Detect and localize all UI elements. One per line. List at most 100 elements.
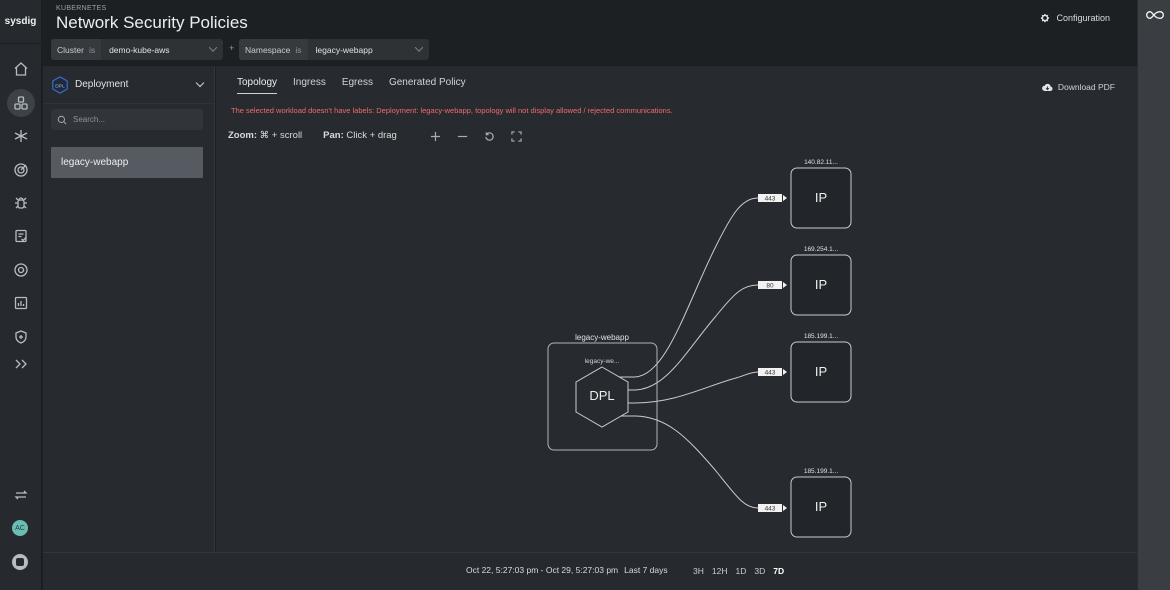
filter-value: legacy-webapp — [315, 44, 373, 55]
minus-icon — [457, 135, 467, 137]
fit-screen-button[interactable] — [509, 129, 523, 143]
infinity-icon[interactable] — [1145, 9, 1165, 21]
workload-panel: DPL Deployment legacy-webapp — [43, 66, 215, 552]
nav-switch[interactable] — [7, 481, 35, 509]
page-header: KUBERNETES Network Security Policies Con… — [43, 0, 1137, 66]
chevron-down-icon — [195, 78, 205, 88]
filter-op: is — [295, 44, 302, 55]
switch-icon — [14, 490, 28, 500]
topology-icon — [14, 96, 28, 110]
search-input[interactable] — [73, 115, 193, 124]
badge-text: DPL — [55, 83, 65, 89]
node-type: IP — [815, 190, 827, 205]
vulnerabilities-icon — [15, 197, 27, 209]
preset-3h[interactable]: 3H — [693, 566, 704, 576]
node-badge: DPL — [589, 388, 614, 403]
gear-icon — [1041, 13, 1050, 23]
edge — [633, 371, 759, 404]
target-label: 185.199.1... — [804, 468, 839, 475]
list-item[interactable]: legacy-webapp — [51, 147, 203, 178]
configuration-label: Configuration — [1056, 13, 1110, 23]
filter-join: + — [229, 43, 235, 53]
target-node[interactable]: 140.82.11... IP 443 — [758, 159, 852, 229]
time-range: Oct 22, 5:27:03 pm - Oct 29, 5:27:03 pm — [466, 565, 619, 575]
node-type: IP — [815, 499, 827, 514]
filter-value: demo-kube-aws — [109, 44, 170, 55]
workload-type-label: Deployment — [75, 79, 129, 90]
nav-expand[interactable] — [7, 350, 35, 378]
workload-type-select[interactable]: DPL Deployment — [43, 66, 214, 104]
preset-1d[interactable]: 1D — [735, 566, 746, 576]
target-node[interactable]: 185.199.1... IP 443 — [758, 333, 852, 403]
edge — [633, 197, 759, 378]
target-node[interactable]: 169.254.1... IP 80 — [758, 246, 852, 316]
namespace-filter[interactable]: Namespace is legacy-webapp — [239, 39, 429, 60]
pan-hint: Click + drag — [346, 130, 397, 141]
plus-icon — [430, 131, 440, 141]
home-icon — [14, 62, 28, 76]
fullscreen-icon — [510, 130, 522, 142]
preset-3d[interactable]: 3D — [754, 566, 765, 576]
arrow-icon — [783, 195, 787, 201]
page-title: Network Security Policies — [56, 13, 248, 32]
threat-icon — [14, 263, 28, 277]
filter-op: is — [88, 44, 96, 55]
graph-hints: Zoom: ⌘ + scroll Pan: Click + drag — [228, 130, 397, 141]
filter-key: Namespace — [245, 44, 291, 55]
sysdig-logo[interactable]: sysdig — [0, 0, 41, 44]
nav-integrations[interactable] — [7, 122, 35, 150]
arrow-icon — [783, 282, 787, 288]
tab-topology[interactable]: Topology — [237, 77, 278, 94]
node-type: IP — [815, 277, 827, 292]
zoom-in-button[interactable] — [428, 129, 442, 143]
nav-reports[interactable] — [7, 289, 35, 317]
avatar[interactable]: AC — [12, 520, 28, 536]
port-label: 443 — [765, 370, 776, 377]
download-pdf-button[interactable]: Download PDF — [1041, 82, 1115, 92]
zoom-out-button[interactable] — [455, 129, 469, 143]
warning-message: The selected workload doesn't have label… — [231, 106, 673, 115]
nav-posture[interactable] — [7, 156, 35, 184]
pan-label: Pan: — [323, 130, 344, 141]
integrations-icon — [14, 130, 28, 142]
preset-12h[interactable]: 12H — [712, 566, 728, 576]
assistant-rail — [1137, 0, 1170, 590]
policies-icon — [15, 229, 27, 243]
nav-policies[interactable] — [7, 222, 35, 250]
nav-rail: sysdig AC — [0, 0, 42, 590]
tab-egress[interactable]: Egress — [342, 77, 373, 94]
reset-button[interactable] — [482, 129, 496, 143]
reset-icon — [484, 131, 494, 141]
time-footer: Oct 22, 5:27:03 pm - Oct 29, 5:27:03 pm … — [43, 552, 1137, 590]
nav-topology[interactable] — [7, 89, 35, 117]
breadcrumb: KUBERNETES — [56, 5, 107, 12]
tab-generated-policy[interactable]: Generated Policy — [389, 77, 466, 94]
nav-threats[interactable] — [7, 256, 35, 284]
cluster-filter[interactable]: Cluster is demo-kube-aws — [51, 39, 223, 60]
expand-icon — [15, 359, 27, 369]
group-label: legacy-webapp — [575, 333, 629, 342]
target-label: 169.254.1... — [804, 246, 839, 253]
help-button[interactable] — [12, 554, 28, 570]
posture-icon — [14, 163, 28, 177]
zoom-hint: ⌘ + scroll — [259, 130, 303, 141]
download-pdf-label: Download PDF — [1057, 82, 1115, 92]
tab-ingress[interactable]: Ingress — [293, 77, 326, 94]
tab-bar: Topology Ingress Egress Generated Policy — [237, 77, 466, 94]
configuration-button[interactable]: Configuration — [1040, 13, 1110, 23]
deployment-icon: DPL — [52, 75, 68, 94]
target-node[interactable]: 185.199.1... IP 443 — [758, 468, 852, 538]
node-label: legacy-we... — [585, 358, 620, 365]
cloud-download-icon — [1041, 83, 1053, 91]
nav-home[interactable] — [7, 55, 35, 83]
time-range-label: Last 7 days — [624, 565, 668, 575]
nav-compliance[interactable] — [7, 323, 35, 351]
time-range-picker[interactable]: Oct 22, 5:27:03 pm - Oct 29, 5:27:03 pm … — [466, 565, 668, 575]
nav-vulnerabilities[interactable] — [7, 189, 35, 217]
reports-icon — [14, 296, 28, 310]
port-label: 443 — [765, 506, 776, 513]
preset-7d[interactable]: 7D — [773, 566, 784, 576]
zoom-label: Zoom: — [228, 130, 258, 141]
edge — [633, 415, 759, 509]
port-label: 443 — [765, 196, 776, 203]
